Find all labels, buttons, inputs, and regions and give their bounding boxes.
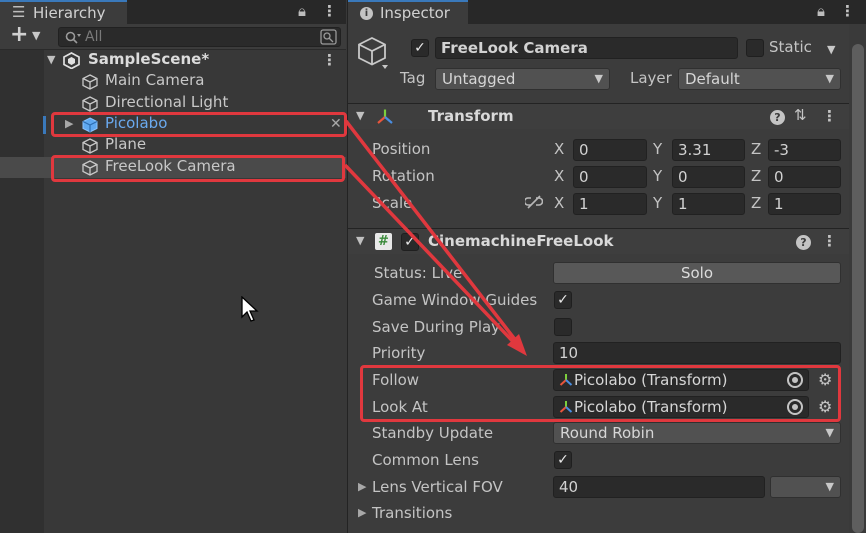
annotation-arrows: [343, 119, 527, 356]
